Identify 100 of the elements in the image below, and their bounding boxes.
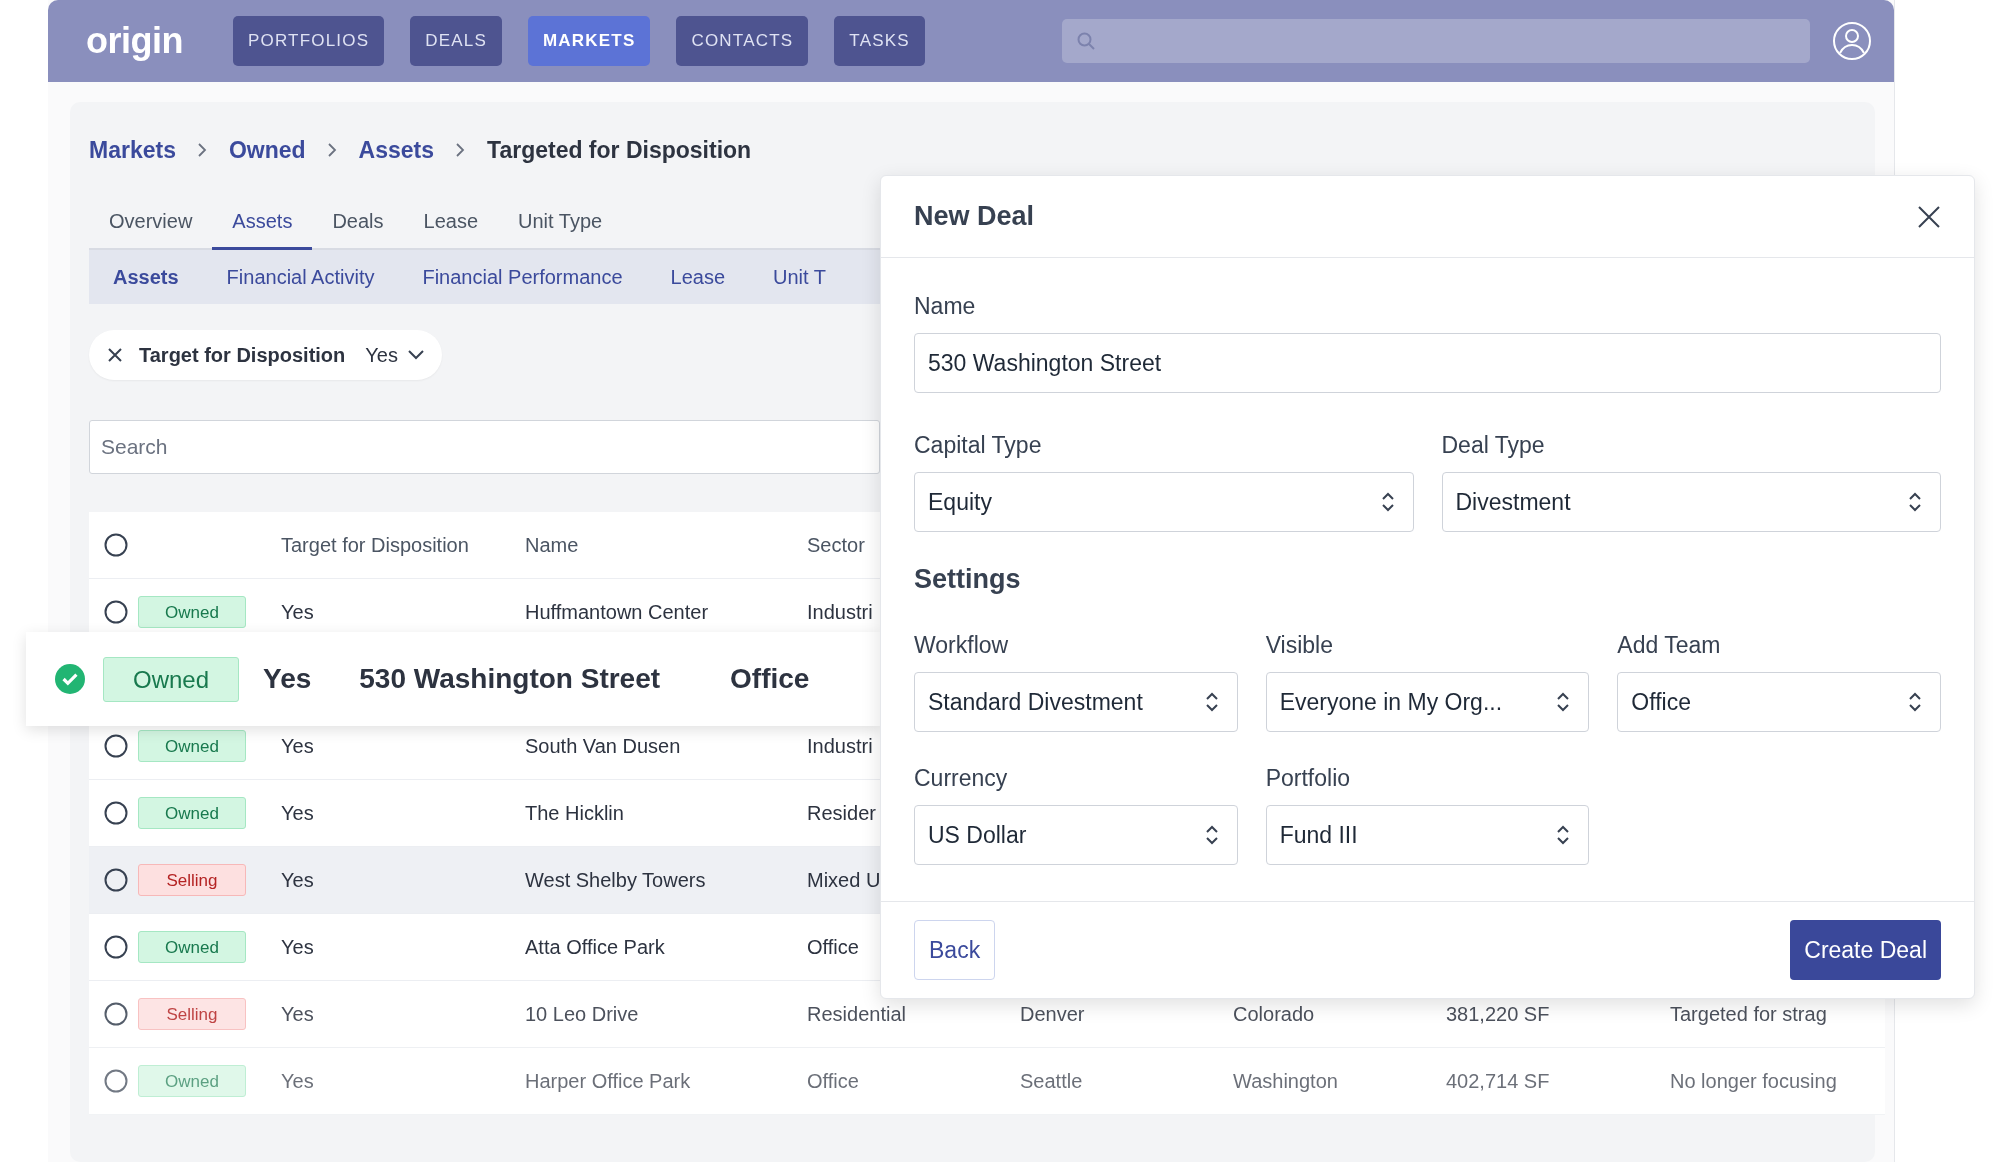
table-cell: 530 Washington Street [359,663,661,695]
text-field[interactable]: 530 Washington Street [914,333,1941,393]
table-cell: 402,714 SF [1446,1069,1550,1092]
radio-button[interactable] [104,801,128,825]
column-header[interactable]: Sector [807,533,865,556]
table-cell: Atta Office Park [525,935,665,958]
radio-button[interactable] [104,868,128,892]
tab[interactable]: Overview [89,200,213,248]
close-icon[interactable] [107,347,123,363]
chevron-right-icon [197,143,207,157]
column-header[interactable]: Name [525,533,579,556]
table-cell: Residential [807,1002,906,1025]
radio-button[interactable] [104,935,128,959]
radio-button[interactable] [104,533,128,557]
table-cell: Yes [281,868,314,891]
nav-tab[interactable]: DEALS [410,16,502,66]
table-cell: Industri [807,734,873,757]
table-cell: Seattle [1020,1069,1083,1092]
table-cell: Yes [281,600,314,623]
table-cell: Yes [281,1069,314,1092]
user-avatar-icon[interactable] [1832,21,1872,61]
table-cell: Targeted for strag [1670,1002,1827,1025]
field-label: Deal Type [1441,431,1546,459]
search-icon [1076,31,1096,51]
table-cell: Colorado [1233,1002,1315,1025]
dropdown[interactable]: Divestment [1441,472,1941,532]
breadcrumb-link[interactable]: Owned [228,136,306,164]
status-badge: Selling [138,864,246,896]
subtab[interactable]: Financial Activity [226,265,375,289]
up-down-chevron-icon [1556,692,1571,712]
table-cell: Yes [281,734,314,757]
table-cell: Yes [263,663,312,695]
nav-tab[interactable]: TASKS [834,16,925,66]
create-deal-button[interactable]: Create Deal [1790,920,1941,980]
status-badge: Selling [138,998,246,1030]
search-field[interactable] [1062,19,1810,63]
table-cell: 381,220 SF [1446,1002,1550,1025]
table-cell: South Van Dusen [525,734,681,757]
status-badge: Owned [138,797,246,829]
tab[interactable]: Deals [312,200,404,248]
dropdown[interactable]: Fund III [1265,805,1590,865]
breadcrumb-link[interactable]: Assets [358,136,435,164]
back-button[interactable]: Back [914,920,996,980]
checked-radio-icon[interactable] [55,664,85,694]
table-cell: West Shelby Towers [525,868,706,891]
dialog-title: New Deal [914,201,1035,232]
radio-button[interactable] [104,1002,128,1026]
table-cell: Office [807,1069,859,1092]
tab[interactable]: Unit Type [498,200,623,248]
dropdown[interactable]: Equity [914,472,1414,532]
table-cell: 10 Leo Drive [525,1002,639,1025]
up-down-chevron-icon [1380,492,1395,512]
up-down-chevron-icon [1556,825,1571,845]
radio-button[interactable] [104,600,128,624]
table-cell: Washington [1233,1069,1338,1092]
status-badge: Owned [138,1065,246,1097]
status-badge: Owned [138,730,246,762]
status-badge: Owned [138,596,246,628]
nav-tab[interactable]: PORTFOLIOS [233,16,385,66]
radio-button[interactable] [104,734,128,758]
table-cell: Industri [807,600,873,623]
up-down-chevron-icon [1908,692,1922,712]
close-icon[interactable] [1918,205,1940,228]
table-cell: Huffmantown Center [525,600,709,623]
status-badge: Owned [103,656,239,702]
subtab[interactable]: Unit T [773,265,827,289]
dropdown[interactable]: Office [1617,672,1941,732]
table-cell: Yes [281,1002,314,1025]
tab[interactable]: Lease [403,200,499,248]
field-label: Portfolio [1265,764,1352,792]
field-label: Add Team [1617,631,1722,659]
field-label: Name [914,292,977,320]
dropdown[interactable]: Standard Divestment [914,672,1238,732]
status-badge: Owned [138,931,246,963]
table-cell: Resider [807,801,876,824]
dragged-row[interactable]: Owned Yes 530 Washington Street Office [26,632,880,726]
filter-chip[interactable]: Target for Disposition Yes [89,330,442,380]
table-cell: Office [807,935,859,958]
table-cell: Mixed U [807,868,881,891]
subtab[interactable]: Financial Performance [422,265,623,289]
table-cell: Harper Office Park [525,1069,691,1092]
dropdown[interactable]: US Dollar [914,805,1238,865]
column-header[interactable]: Target for Disposition [281,533,469,556]
table-cell: Office [730,663,810,695]
dropdown[interactable]: Everyone in My Org... [1265,672,1590,732]
search-field[interactable]: Search [89,420,880,474]
nav-tab[interactable]: MARKETS [528,16,651,66]
section-heading: Settings [914,564,1022,595]
field-label: Capital Type [914,431,1043,459]
table-cell: The Hicklin [525,801,624,824]
subtab[interactable]: Assets [113,265,179,289]
table-cell: Yes [281,935,314,958]
chevron-down-icon [407,350,424,360]
table-cell: No longer focusing [1670,1069,1837,1092]
radio-button[interactable] [104,1069,128,1093]
subtab[interactable]: Lease [670,265,726,289]
nav-tab[interactable]: CONTACTS [676,16,809,66]
table-cell: Yes [281,801,314,824]
filter-label: Target for Disposition [139,343,346,367]
breadcrumb-link[interactable]: Markets [89,136,176,164]
